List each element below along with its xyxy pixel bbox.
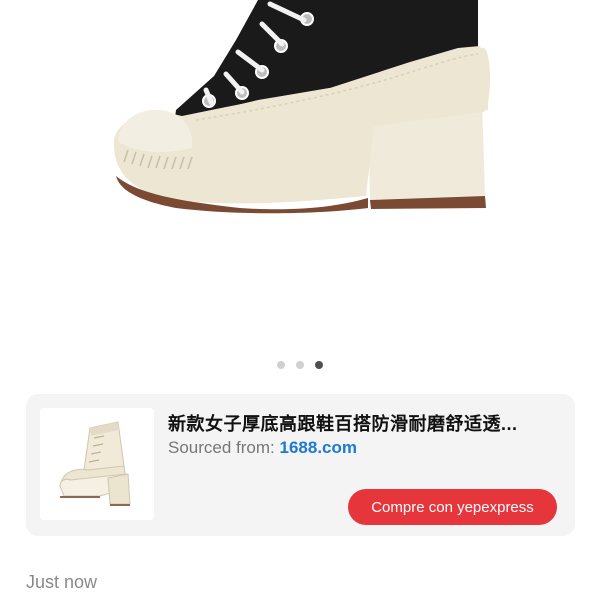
product-card[interactable]: 新款女子厚底高跟鞋百搭防滑耐磨舒适透... Sourced from: 1688… <box>26 394 575 536</box>
source-link[interactable]: 1688.com <box>280 438 358 457</box>
product-thumbnail[interactable] <box>40 408 154 520</box>
message-timestamp: Just now <box>26 572 98 592</box>
gallery-dot[interactable] <box>296 361 304 369</box>
product-source: Sourced from: 1688.com <box>168 438 357 458</box>
product-title[interactable]: 新款女子厚底高跟鞋百搭防滑耐磨舒适透... <box>168 410 558 436</box>
buy-with-yepexpress-button[interactable]: Compre con yepexpress <box>348 489 557 525</box>
source-label: Sourced from: <box>168 438 275 457</box>
product-image[interactable] <box>0 0 600 345</box>
gallery-pagination[interactable] <box>0 361 600 369</box>
gallery-dot-active[interactable] <box>315 361 323 369</box>
gallery-dot[interactable] <box>277 361 285 369</box>
